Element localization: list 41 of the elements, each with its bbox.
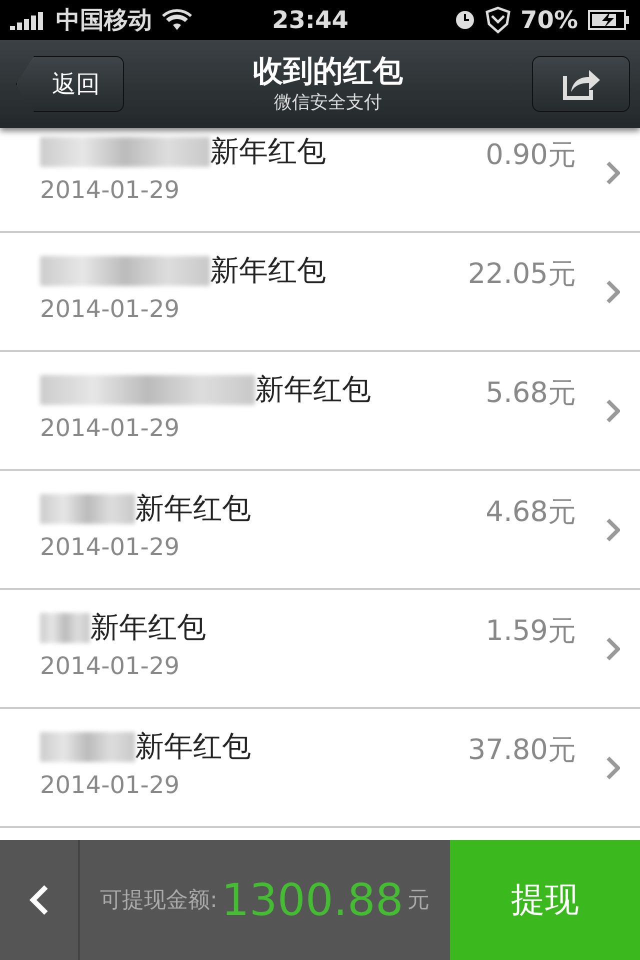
alarm-clock-icon <box>454 10 475 30</box>
signal-icon <box>10 10 46 30</box>
page-title: 收到的红包 <box>253 54 403 90</box>
chevron-right-icon <box>606 398 620 422</box>
packet-date: 2014-01-29 <box>40 532 180 560</box>
packet-title: 新年红包 <box>135 490 251 526</box>
packet-amount: 4.68元 <box>486 494 576 530</box>
balance-label: 可提现金额: <box>100 887 218 915</box>
packet-title: 新年红包 <box>210 132 326 170</box>
chevron-right-icon <box>606 518 620 542</box>
battery-icon <box>588 9 630 31</box>
wifi-icon <box>162 9 192 31</box>
chevron-right-icon <box>606 280 620 304</box>
packet-title: 新年红包 <box>210 252 326 288</box>
chevron-right-icon <box>606 636 620 660</box>
blurred-name <box>40 612 90 642</box>
packet-date: 2014-01-29 <box>40 770 180 798</box>
battery-percent: 70% <box>520 6 578 34</box>
shield-icon <box>484 6 511 34</box>
page-subtitle: 微信安全支付 <box>274 91 382 114</box>
back-button[interactable]: 返回 <box>16 56 124 112</box>
balance-amount: 1300.88 <box>221 874 404 926</box>
packet-date: 2014-01-29 <box>40 294 180 322</box>
packet-title: 新年红包 <box>90 608 206 646</box>
packet-amount: 37.80元 <box>468 732 576 768</box>
packet-title: 新年红包 <box>255 370 371 408</box>
packet-amount: 22.05元 <box>468 256 576 292</box>
balance-unit: 元 <box>407 887 430 915</box>
chevron-right-icon <box>606 160 620 184</box>
packet-date: 2014-01-29 <box>40 652 180 680</box>
packet-title: 新年红包 <box>135 728 251 764</box>
packet-date: 2014-01-29 <box>40 176 180 204</box>
share-button[interactable] <box>532 56 630 112</box>
packet-amount: 1.59元 <box>486 612 576 648</box>
chevron-left-icon <box>29 884 49 916</box>
clock-time: 23:44 <box>272 6 348 34</box>
packet-amount: 5.68元 <box>486 374 576 410</box>
chevron-right-icon <box>606 756 620 780</box>
carrier-name: 中国移动 <box>56 5 152 36</box>
packet-date: 2014-01-29 <box>40 414 180 442</box>
packet-amount: 0.90元 <box>486 136 576 172</box>
